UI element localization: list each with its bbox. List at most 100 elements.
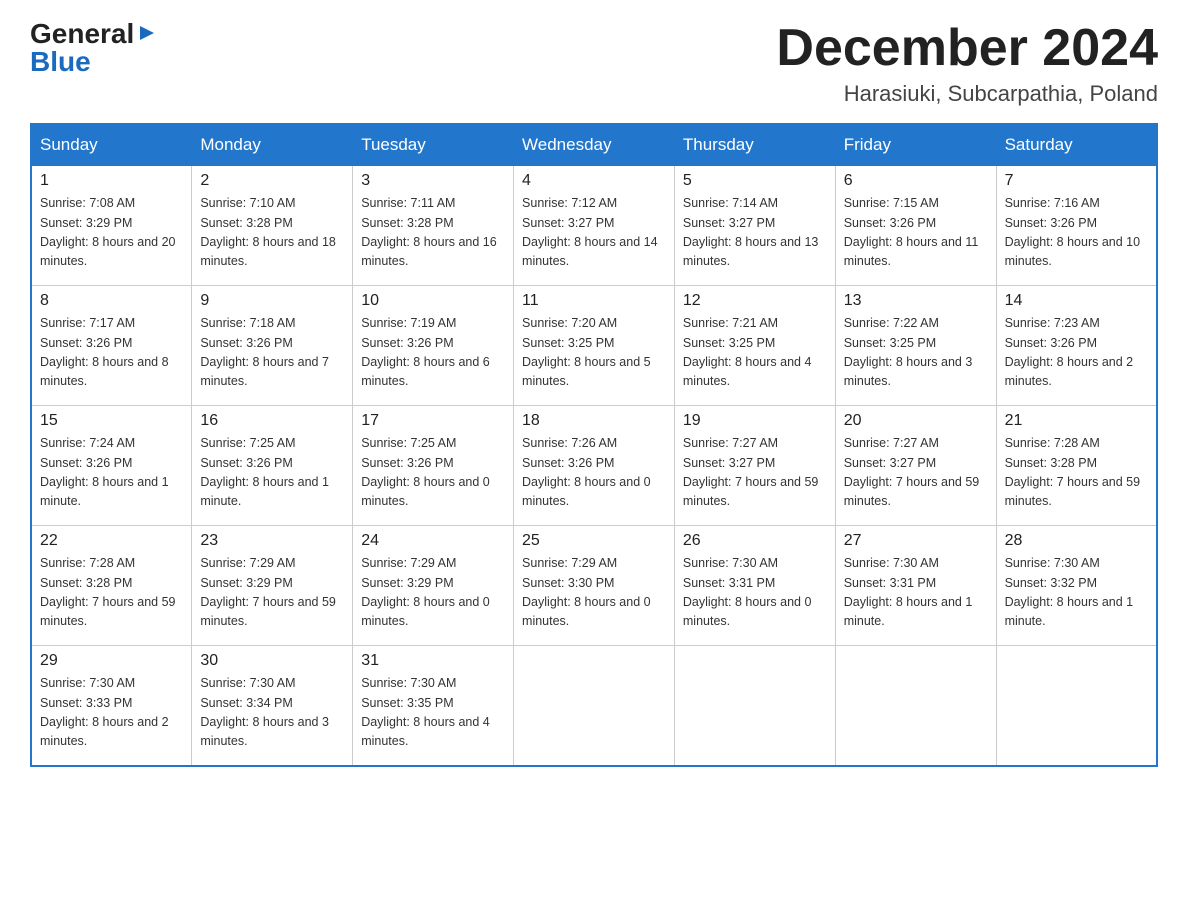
location-title: Harasiuki, Subcarpathia, Poland [776,81,1158,107]
week-row-4: 22 Sunrise: 7:28 AM Sunset: 3:28 PM Dayl… [31,526,1157,646]
day-info: Sunrise: 7:18 AM Sunset: 3:26 PM Dayligh… [200,316,329,388]
week-row-3: 15 Sunrise: 7:24 AM Sunset: 3:26 PM Dayl… [31,406,1157,526]
day-info: Sunrise: 7:29 AM Sunset: 3:29 PM Dayligh… [361,556,490,628]
day-cell [674,646,835,766]
day-info: Sunrise: 7:30 AM Sunset: 3:35 PM Dayligh… [361,676,490,748]
day-number: 13 [844,292,988,310]
day-cell [996,646,1157,766]
day-number: 14 [1005,292,1148,310]
day-cell: 10 Sunrise: 7:19 AM Sunset: 3:26 PM Dayl… [353,286,514,406]
weekday-header-saturday: Saturday [996,124,1157,166]
day-cell: 30 Sunrise: 7:30 AM Sunset: 3:34 PM Dayl… [192,646,353,766]
day-info: Sunrise: 7:30 AM Sunset: 3:31 PM Dayligh… [844,556,973,628]
day-cell: 12 Sunrise: 7:21 AM Sunset: 3:25 PM Dayl… [674,286,835,406]
weekday-header-row: SundayMondayTuesdayWednesdayThursdayFrid… [31,124,1157,166]
weekday-header-monday: Monday [192,124,353,166]
day-info: Sunrise: 7:30 AM Sunset: 3:33 PM Dayligh… [40,676,169,748]
day-number: 12 [683,292,827,310]
day-cell: 28 Sunrise: 7:30 AM Sunset: 3:32 PM Dayl… [996,526,1157,646]
day-number: 23 [200,532,344,550]
day-cell: 27 Sunrise: 7:30 AM Sunset: 3:31 PM Dayl… [835,526,996,646]
day-number: 9 [200,292,344,310]
day-number: 11 [522,292,666,310]
day-number: 3 [361,172,505,190]
day-cell: 21 Sunrise: 7:28 AM Sunset: 3:28 PM Dayl… [996,406,1157,526]
day-number: 5 [683,172,827,190]
day-cell [514,646,675,766]
day-info: Sunrise: 7:30 AM Sunset: 3:31 PM Dayligh… [683,556,812,628]
day-info: Sunrise: 7:26 AM Sunset: 3:26 PM Dayligh… [522,436,651,508]
day-cell: 14 Sunrise: 7:23 AM Sunset: 3:26 PM Dayl… [996,286,1157,406]
weekday-header-wednesday: Wednesday [514,124,675,166]
day-info: Sunrise: 7:19 AM Sunset: 3:26 PM Dayligh… [361,316,490,388]
day-info: Sunrise: 7:28 AM Sunset: 3:28 PM Dayligh… [40,556,176,628]
day-number: 2 [200,172,344,190]
day-info: Sunrise: 7:20 AM Sunset: 3:25 PM Dayligh… [522,316,651,388]
month-title: December 2024 [776,20,1158,77]
weekday-header-thursday: Thursday [674,124,835,166]
day-number: 4 [522,172,666,190]
day-cell: 24 Sunrise: 7:29 AM Sunset: 3:29 PM Dayl… [353,526,514,646]
day-info: Sunrise: 7:30 AM Sunset: 3:34 PM Dayligh… [200,676,329,748]
day-cell: 5 Sunrise: 7:14 AM Sunset: 3:27 PM Dayli… [674,166,835,286]
day-info: Sunrise: 7:11 AM Sunset: 3:28 PM Dayligh… [361,196,497,268]
day-number: 21 [1005,412,1148,430]
weekday-header-tuesday: Tuesday [353,124,514,166]
weekday-header-sunday: Sunday [31,124,192,166]
day-cell: 31 Sunrise: 7:30 AM Sunset: 3:35 PM Dayl… [353,646,514,766]
day-number: 19 [683,412,827,430]
day-cell: 4 Sunrise: 7:12 AM Sunset: 3:27 PM Dayli… [514,166,675,286]
day-cell: 2 Sunrise: 7:10 AM Sunset: 3:28 PM Dayli… [192,166,353,286]
day-info: Sunrise: 7:10 AM Sunset: 3:28 PM Dayligh… [200,196,336,268]
week-row-1: 1 Sunrise: 7:08 AM Sunset: 3:29 PM Dayli… [31,166,1157,286]
day-cell: 3 Sunrise: 7:11 AM Sunset: 3:28 PM Dayli… [353,166,514,286]
day-cell: 15 Sunrise: 7:24 AM Sunset: 3:26 PM Dayl… [31,406,192,526]
day-cell: 29 Sunrise: 7:30 AM Sunset: 3:33 PM Dayl… [31,646,192,766]
day-cell: 20 Sunrise: 7:27 AM Sunset: 3:27 PM Dayl… [835,406,996,526]
day-number: 28 [1005,532,1148,550]
day-cell: 22 Sunrise: 7:28 AM Sunset: 3:28 PM Dayl… [31,526,192,646]
day-number: 26 [683,532,827,550]
day-number: 8 [40,292,183,310]
day-info: Sunrise: 7:14 AM Sunset: 3:27 PM Dayligh… [683,196,819,268]
day-number: 25 [522,532,666,550]
day-cell: 13 Sunrise: 7:22 AM Sunset: 3:25 PM Dayl… [835,286,996,406]
day-number: 24 [361,532,505,550]
day-info: Sunrise: 7:23 AM Sunset: 3:26 PM Dayligh… [1005,316,1134,388]
day-number: 29 [40,652,183,670]
day-info: Sunrise: 7:08 AM Sunset: 3:29 PM Dayligh… [40,196,176,268]
day-info: Sunrise: 7:15 AM Sunset: 3:26 PM Dayligh… [844,196,979,268]
day-cell: 8 Sunrise: 7:17 AM Sunset: 3:26 PM Dayli… [31,286,192,406]
day-number: 6 [844,172,988,190]
day-info: Sunrise: 7:28 AM Sunset: 3:28 PM Dayligh… [1005,436,1141,508]
day-number: 31 [361,652,505,670]
day-info: Sunrise: 7:17 AM Sunset: 3:26 PM Dayligh… [40,316,169,388]
day-info: Sunrise: 7:30 AM Sunset: 3:32 PM Dayligh… [1005,556,1134,628]
day-info: Sunrise: 7:25 AM Sunset: 3:26 PM Dayligh… [200,436,329,508]
logo-blue: Blue [30,48,91,76]
week-row-5: 29 Sunrise: 7:30 AM Sunset: 3:33 PM Dayl… [31,646,1157,766]
title-block: December 2024 Harasiuki, Subcarpathia, P… [776,20,1158,107]
week-row-2: 8 Sunrise: 7:17 AM Sunset: 3:26 PM Dayli… [31,286,1157,406]
day-info: Sunrise: 7:22 AM Sunset: 3:25 PM Dayligh… [844,316,973,388]
day-number: 10 [361,292,505,310]
day-number: 27 [844,532,988,550]
day-info: Sunrise: 7:29 AM Sunset: 3:30 PM Dayligh… [522,556,651,628]
day-cell: 11 Sunrise: 7:20 AM Sunset: 3:25 PM Dayl… [514,286,675,406]
day-number: 7 [1005,172,1148,190]
logo: General Blue [30,20,158,76]
weekday-header-friday: Friday [835,124,996,166]
day-cell: 16 Sunrise: 7:25 AM Sunset: 3:26 PM Dayl… [192,406,353,526]
day-cell: 17 Sunrise: 7:25 AM Sunset: 3:26 PM Dayl… [353,406,514,526]
day-info: Sunrise: 7:27 AM Sunset: 3:27 PM Dayligh… [844,436,980,508]
day-info: Sunrise: 7:24 AM Sunset: 3:26 PM Dayligh… [40,436,169,508]
day-info: Sunrise: 7:29 AM Sunset: 3:29 PM Dayligh… [200,556,336,628]
day-cell [835,646,996,766]
day-cell: 1 Sunrise: 7:08 AM Sunset: 3:29 PM Dayli… [31,166,192,286]
day-cell: 23 Sunrise: 7:29 AM Sunset: 3:29 PM Dayl… [192,526,353,646]
day-info: Sunrise: 7:25 AM Sunset: 3:26 PM Dayligh… [361,436,490,508]
calendar-table: SundayMondayTuesdayWednesdayThursdayFrid… [30,123,1158,767]
day-info: Sunrise: 7:27 AM Sunset: 3:27 PM Dayligh… [683,436,819,508]
day-number: 16 [200,412,344,430]
day-number: 15 [40,412,183,430]
